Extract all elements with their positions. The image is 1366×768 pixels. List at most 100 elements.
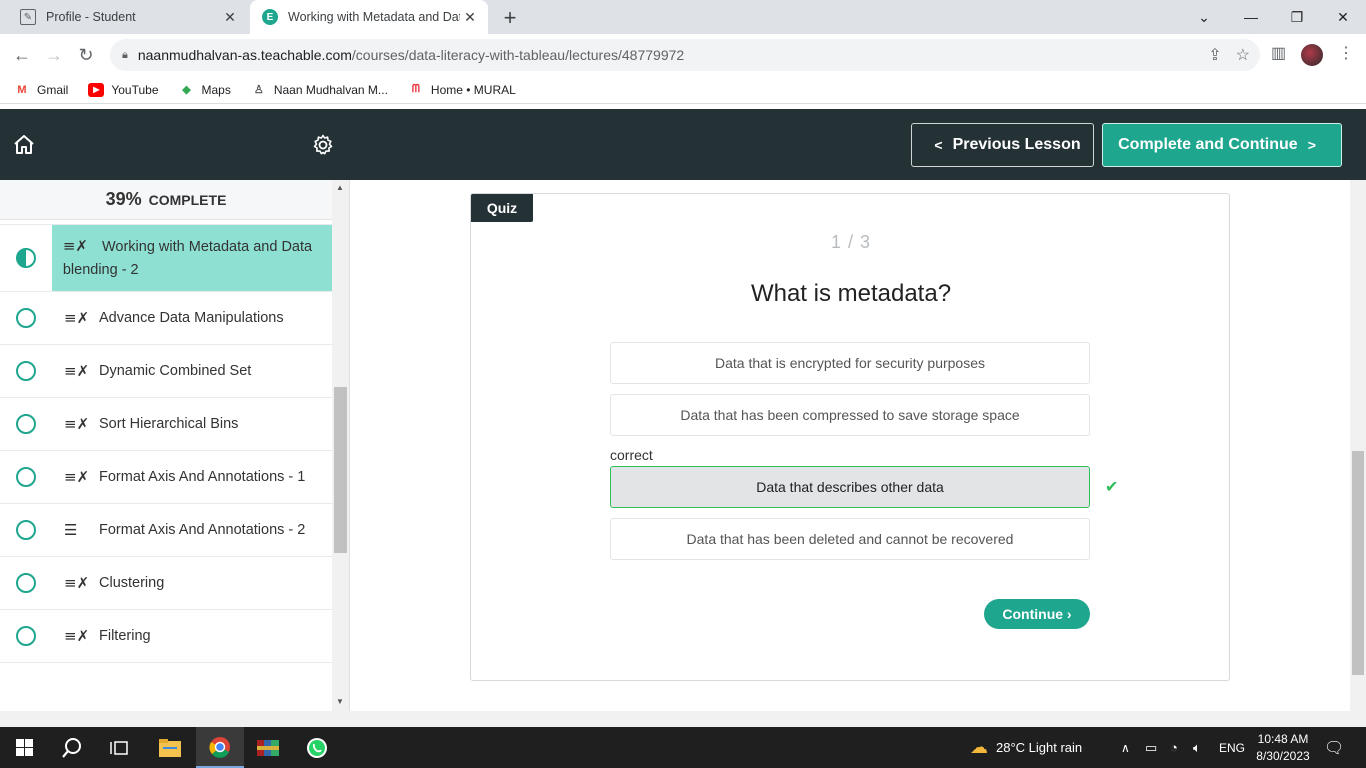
lecture-status <box>0 610 52 662</box>
answer-option[interactable]: Data that is encrypted for security purp… <box>610 342 1090 384</box>
page-scroll-thumb[interactable] <box>1352 451 1364 675</box>
lecture-title: Filtering <box>99 628 151 644</box>
course-sidebar: Working with Metadata and Data blending … <box>0 180 350 711</box>
search-icon[interactable] <box>48 727 96 768</box>
tab-title: Profile - Student <box>46 10 136 24</box>
lecture-item[interactable]: ≡✗ Dynamic Combined Set <box>0 345 332 398</box>
clock-date: 8/30/2023 <box>1256 749 1310 763</box>
close-window-button[interactable]: ✕ <box>1320 0 1366 34</box>
quiz-icon: ≡✗ <box>62 237 88 255</box>
tab-search-icon[interactable]: ⌄ <box>1181 0 1227 34</box>
clock[interactable]: 10:48 AM 8/30/2023 <box>1254 731 1312 765</box>
bookmark-naan-mudhalvan[interactable]: ♙ Naan Mudhalvan M... <box>251 83 388 97</box>
incomplete-circle-icon <box>16 361 36 381</box>
browser-tab-lesson[interactable]: E Working with Metadata and Data ✕ <box>250 0 488 34</box>
question-counter: 1 / 3 <box>830 232 872 252</box>
page-icon: ✎ <box>20 9 36 25</box>
bookmarks-bar: M Gmail ▶ YouTube ◆ Maps ♙ Naan Mudhalva… <box>0 76 1366 104</box>
complete-and-continue-button[interactable]: Complete and Continue > <box>1102 123 1342 167</box>
show-hidden-icons[interactable]: ∧ <box>1121 727 1130 768</box>
weather-widget[interactable]: ☁ 28°C Light rain <box>970 727 1082 768</box>
avatar[interactable] <box>1301 44 1323 66</box>
lecture-item-active[interactable]: ≡✗ Working with Metadata and Data blendin… <box>0 225 332 292</box>
chrome-icon[interactable] <box>196 727 244 768</box>
lecture-item[interactable]: ≡✗ Clustering <box>0 557 332 610</box>
close-icon[interactable]: ✕ <box>460 9 480 26</box>
lecture-title: Clustering <box>99 575 165 591</box>
bookmark-maps[interactable]: ◆ Maps <box>179 83 231 97</box>
winrar-icon[interactable] <box>244 727 292 768</box>
naan-mudhalvan-icon: ♙ <box>253 84 264 96</box>
lecture-status <box>0 345 52 397</box>
lecture-title: Format Axis And Annotations - 1 <box>99 469 306 485</box>
lecture-title: Advance Data Manipulations <box>99 310 284 326</box>
incomplete-circle-icon <box>16 414 36 434</box>
checkmark-icon: ✔ <box>1105 479 1119 496</box>
back-icon[interactable]: ← <box>10 43 34 67</box>
notification-icon[interactable]: 🗨︎ <box>1324 727 1344 768</box>
bookmark-youtube[interactable]: ▶ YouTube <box>88 82 159 97</box>
task-view-icon[interactable] <box>96 727 144 768</box>
lecture-title-wrap: ≡✗ Working with Metadata and Data blendin… <box>63 225 332 282</box>
in-progress-circle-icon <box>15 248 36 268</box>
language-indicator[interactable]: ENG <box>1219 727 1245 768</box>
sidebar-scroll-thumb[interactable] <box>334 387 347 553</box>
lecture-item[interactable]: ≡✗ Format Axis And Annotations - 1 <box>0 451 332 504</box>
incomplete-circle-icon <box>16 308 36 328</box>
bookmark-label: Naan Mudhalvan M... <box>273 82 388 97</box>
close-icon[interactable]: ✕ <box>220 9 240 26</box>
wifi-icon[interactable]: ◔ <box>1170 727 1178 768</box>
answer-option[interactable]: Data that has been deleted and cannot be… <box>610 518 1090 560</box>
question-text: What is metadata? <box>750 280 952 307</box>
whatsapp-icon[interactable] <box>293 727 341 768</box>
browser-tab-profile[interactable]: ✎ Profile - Student ✕ <box>8 0 248 34</box>
side-panel-icon[interactable]: ▥ <box>1271 43 1286 63</box>
scroll-up-icon[interactable]: ▲ <box>336 183 344 192</box>
new-tab-button[interactable]: + <box>498 5 522 31</box>
continue-button[interactable]: Continue › <box>984 599 1090 629</box>
volume-icon[interactable]: 🔈︎ <box>1193 727 1201 768</box>
lecture-status <box>0 451 52 503</box>
horizontal-scrollbar[interactable] <box>0 711 1366 727</box>
previous-lesson-label: Previous Lesson <box>952 136 1081 153</box>
gear-icon[interactable] <box>311 133 335 157</box>
lecture-title: Dynamic Combined Set <box>99 363 252 379</box>
youtube-icon: ▶ <box>88 82 105 97</box>
windows-start-icon[interactable] <box>0 727 48 768</box>
lecture-status <box>0 398 52 450</box>
reload-icon[interactable]: ↻ <box>74 43 98 67</box>
lock-icon: 🔒︎ <box>122 48 128 61</box>
lecture-title: Format Axis And Annotations - 2 <box>99 522 306 538</box>
restore-button[interactable]: ❐ <box>1274 0 1320 34</box>
windows-taskbar: ☁ 28°C Light rain ∧ ▭ ◔ 🔈︎ ENG 10:48 AM … <box>0 727 1366 768</box>
lecture-status <box>0 225 52 291</box>
lecture-item[interactable]: ≡✗ Filtering <box>0 610 332 663</box>
chevron-left-icon: < <box>934 137 943 153</box>
bookmark-mural[interactable]: ᗰ Home • MURAL <box>408 83 516 97</box>
home-icon[interactable] <box>12 133 36 157</box>
bookmark-star-icon[interactable]: ☆ <box>1236 45 1250 65</box>
lesson-content: Quiz 1 / 3 What is metadata? Data that i… <box>350 180 1350 711</box>
menu-icon[interactable]: ⋮ <box>1338 43 1354 63</box>
tab-title: Working with Metadata and Data <box>288 10 460 24</box>
correct-label: correct <box>610 447 653 463</box>
bookmark-label: Maps <box>201 82 231 97</box>
lecture-status <box>0 557 52 609</box>
answer-option-selected[interactable]: Data that describes other data <box>610 466 1090 508</box>
minimize-button[interactable]: — <box>1228 0 1274 34</box>
bookmark-gmail[interactable]: M Gmail <box>14 83 68 97</box>
lecture-item[interactable]: ≡✗ Sort Hierarchical Bins <box>0 398 332 451</box>
file-explorer-icon[interactable] <box>146 727 194 768</box>
lecture-item[interactable]: ☰ Format Axis And Annotations - 2 <box>0 504 332 557</box>
share-icon[interactable]: ⇪ <box>1208 45 1221 65</box>
battery-icon[interactable]: ▭ <box>1145 727 1157 768</box>
scroll-down-icon[interactable]: ▼ <box>336 697 344 706</box>
answer-option[interactable]: Data that has been compressed to save st… <box>610 394 1090 436</box>
forward-icon[interactable]: → <box>42 43 66 67</box>
address-bar[interactable]: 🔒︎ naanmudhalvan-as.teachable.com/course… <box>110 39 1260 71</box>
maps-icon: ◆ <box>182 84 191 96</box>
previous-lesson-button[interactable]: < Previous Lesson <box>911 123 1094 167</box>
text-icon: ☰ <box>64 521 78 539</box>
course-player: < Previous Lesson Complete and Continue … <box>0 109 1366 711</box>
lecture-item[interactable]: ≡✗ Advance Data Manipulations <box>0 292 332 345</box>
